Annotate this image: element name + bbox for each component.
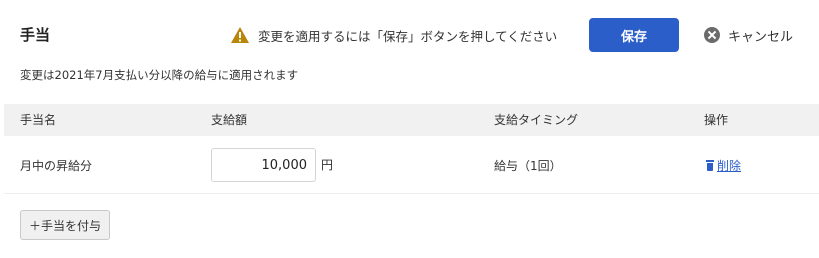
- warning-icon: [230, 26, 250, 44]
- table-header: 手当名 支給額 支給タイミング 操作: [4, 104, 819, 136]
- page-header: 手当 変更を適用するには「保存」ボタンを押してください 保存 キャンセル: [0, 0, 819, 70]
- delete-button[interactable]: 削除: [706, 157, 741, 174]
- save-button[interactable]: 保存: [589, 18, 679, 52]
- cancel-label: キャンセル: [728, 29, 794, 45]
- page-title: 手当: [20, 26, 51, 44]
- payment-timing: 給与（1回）: [494, 159, 562, 173]
- allowance-name: 月中の昇給分: [20, 159, 93, 173]
- cancel-button[interactable]: キャンセル: [704, 24, 793, 46]
- delete-label: 削除: [717, 159, 742, 173]
- column-header-action: 操作: [704, 113, 729, 127]
- amount-unit: 円: [321, 158, 334, 172]
- save-warning: 変更を適用するには「保存」ボタンを押してください: [230, 24, 557, 46]
- effective-date-notice: 変更は2021年7月支払い分以降の給与に適用されます: [20, 68, 299, 82]
- table-row: 月中の昇給分 円 給与（1回） 削除: [4, 136, 819, 194]
- close-circle-icon: [704, 27, 720, 43]
- warning-text: 変更を適用するには「保存」ボタンを押してください: [258, 28, 558, 44]
- amount-input[interactable]: [211, 148, 316, 182]
- trash-icon: [706, 160, 714, 171]
- add-allowance-button[interactable]: ＋手当を付与: [20, 210, 110, 240]
- column-header-timing: 支給タイミング: [494, 113, 579, 127]
- column-header-amount: 支給額: [211, 113, 248, 127]
- column-header-name: 手当名: [20, 113, 57, 127]
